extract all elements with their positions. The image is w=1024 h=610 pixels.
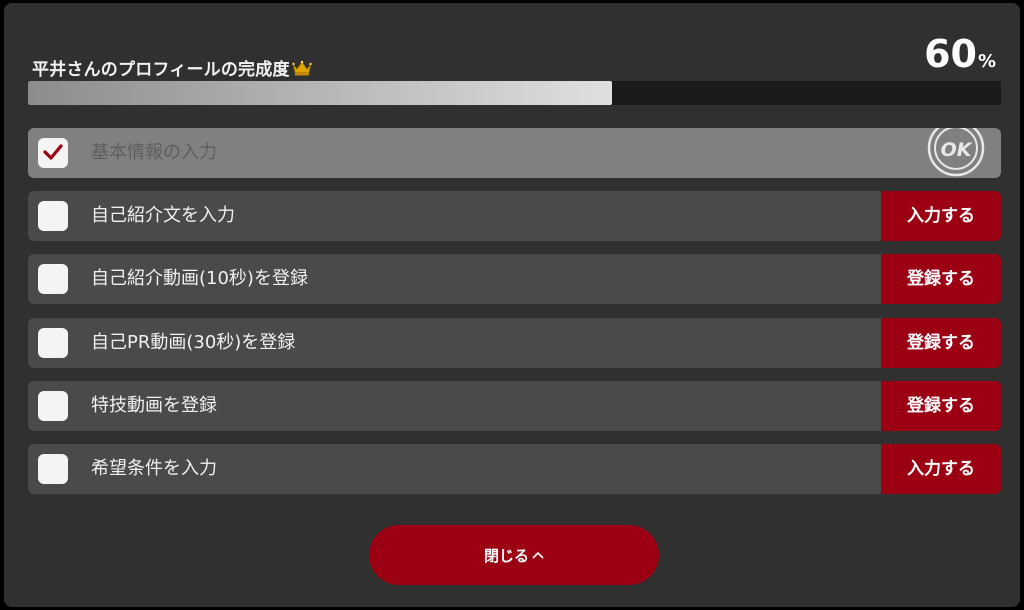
- chevron-up-icon: [532, 548, 544, 563]
- completion-percentage-value: 60: [924, 32, 977, 76]
- completion-percentage-unit: %: [977, 51, 996, 72]
- task-checkbox-preferences[interactable]: [38, 454, 68, 484]
- task-checkbox-pr-video[interactable]: [38, 328, 68, 358]
- task-row-basic-info: 基本情報の入力 OK: [28, 128, 1001, 178]
- task-row-intro-video: 自己紹介動画(10秒)を登録 登録する: [28, 254, 1001, 304]
- input-preferences-button[interactable]: 入力する: [881, 444, 1001, 494]
- completion-progress-bar: [28, 81, 1001, 105]
- profile-completion-title-text: 平井さんのプロフィールの完成度: [32, 60, 290, 80]
- task-label-skill-video: 特技動画を登録: [91, 395, 217, 416]
- ok-stamp-icon: OK: [927, 128, 985, 178]
- task-label-intro-video: 自己紹介動画(10秒)を登録: [91, 268, 308, 289]
- task-label-basic-info: 基本情報の入力: [91, 142, 217, 163]
- register-pr-video-button[interactable]: 登録する: [881, 318, 1001, 368]
- task-row-preferences: 希望条件を入力 入力する: [28, 444, 1001, 494]
- register-intro-video-button[interactable]: 登録する: [881, 254, 1001, 304]
- profile-completion-title: 平井さんのプロフィールの完成度: [32, 55, 312, 80]
- crown-icon: [291, 60, 312, 76]
- task-label-pr-video: 自己PR動画(30秒)を登録: [91, 332, 296, 353]
- ok-stamp-text: OK: [941, 139, 973, 161]
- task-row-skill-video: 特技動画を登録 登録する: [28, 381, 1001, 431]
- task-row-self-intro: 自己紹介文を入力 入力する: [28, 191, 1001, 241]
- input-self-intro-button[interactable]: 入力する: [881, 191, 1001, 241]
- task-label-preferences: 希望条件を入力: [91, 458, 217, 479]
- task-row-pr-video: 自己PR動画(30秒)を登録 登録する: [28, 318, 1001, 368]
- completion-percentage: 60 %: [924, 35, 996, 73]
- task-checkbox-basic-info[interactable]: [38, 138, 68, 168]
- close-button-label: 閉じる: [483, 546, 529, 565]
- completion-progress-fill: [28, 81, 612, 105]
- close-button[interactable]: 閉じる: [369, 525, 659, 585]
- checkmark-icon: [43, 144, 63, 160]
- task-checkbox-intro-video[interactable]: [38, 264, 68, 294]
- task-label-self-intro: 自己紹介文を入力: [91, 205, 235, 226]
- profile-completion-panel: 平井さんのプロフィールの完成度 60 % 基本情報の入力 OK 自己紹介文を入力…: [4, 3, 1020, 607]
- task-checkbox-skill-video[interactable]: [38, 391, 68, 421]
- register-skill-video-button[interactable]: 登録する: [881, 381, 1001, 431]
- task-checkbox-self-intro[interactable]: [38, 201, 68, 231]
